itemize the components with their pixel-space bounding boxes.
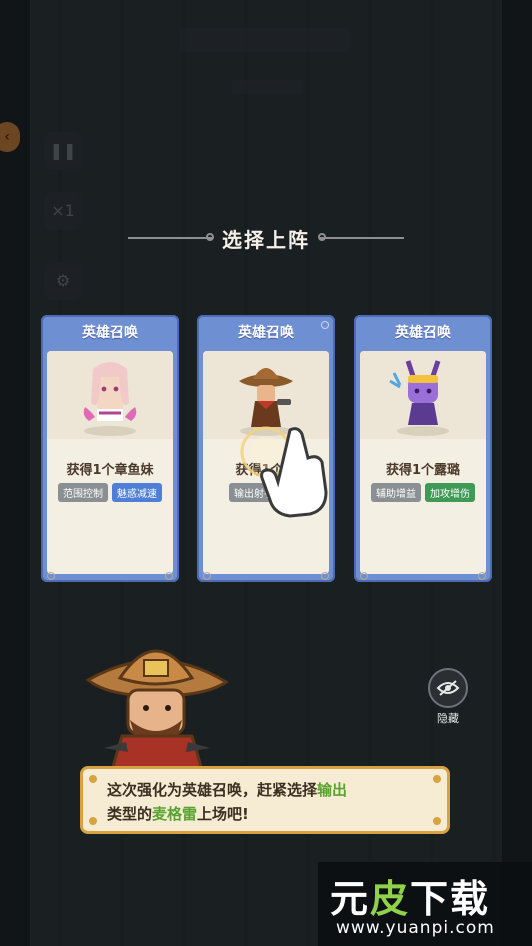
guide-character	[82, 632, 232, 772]
hero-card-3[interactable]: 英雄召唤 获得1个露璐 辅助增益 加攻增伤	[354, 315, 492, 582]
page-title: 选择上阵	[222, 227, 310, 252]
dialog-line2-end: 上场吧!	[197, 805, 249, 823]
hero-portrait	[360, 351, 486, 439]
dialog-highlight-output: 输出	[317, 781, 348, 799]
octopus-girl-icon	[83, 362, 137, 436]
tag-charm-slow: 魅惑减速	[112, 483, 162, 502]
tutorial-dialog: 这次强化为英雄召唤，赶紧选择输出 类型的麦格雷上场吧!	[80, 766, 450, 834]
card-tags: 范围控制 魅惑减速	[47, 483, 173, 502]
title-ornament-right	[318, 233, 404, 241]
dialog-rivet	[433, 817, 441, 825]
watermark-char: 皮	[370, 877, 411, 921]
dialog-rivet	[89, 775, 97, 783]
watermark-char: 元	[330, 877, 371, 921]
tutorial-hand-icon	[232, 412, 342, 522]
title-ornament-left	[128, 233, 214, 241]
card-rivet	[203, 572, 211, 580]
card-rivet	[321, 572, 329, 580]
eye-slash-icon	[428, 668, 468, 708]
tag-attack-buff: 加攻增伤	[425, 483, 475, 502]
card-header: 英雄召唤	[395, 325, 451, 341]
dialog-line1-text: 这次强化为英雄召唤，赶紧选择	[107, 781, 318, 799]
dialog-text: 这次强化为英雄召唤，赶紧选择输出 类型的麦格雷上场吧!	[107, 778, 433, 826]
dialog-rivet	[433, 775, 441, 783]
card-reward: 获得1个章鱼妹	[66, 463, 154, 478]
watermark-logo: 元皮下载	[330, 868, 490, 923]
tag-range-control: 范围控制	[58, 483, 108, 502]
card-body: 获得1个露璐 辅助增益 加攻增伤	[360, 351, 486, 574]
dialog-highlight-hero: 麦格雷	[152, 805, 198, 823]
card-rivet	[360, 572, 368, 580]
card-header: 英雄召唤	[238, 325, 294, 341]
hide-button[interactable]: 隐藏	[426, 668, 470, 725]
site-watermark: 元皮下载 www.yuanpi.com	[318, 862, 532, 946]
watermark-url: www.yuanpi.com	[336, 918, 495, 938]
hero-portrait	[47, 351, 173, 439]
card-tags: 辅助增益 加攻增伤	[360, 483, 486, 502]
hide-label: 隐藏	[437, 712, 459, 725]
card-rivet	[321, 321, 329, 329]
title-row: 选择上阵	[128, 224, 404, 252]
lulu-hero-icon	[389, 360, 449, 436]
dialog-line2-text: 类型的	[107, 805, 153, 823]
card-rivet	[165, 572, 173, 580]
watermark-char: 下载	[410, 877, 491, 921]
hero-card-1[interactable]: 英雄召唤 获得1个章鱼妹 范围控制 魅惑减速	[41, 315, 179, 582]
card-header: 英雄召唤	[82, 325, 138, 341]
dialog-rivet	[89, 817, 97, 825]
card-rivet	[47, 572, 55, 580]
tag-support-buff: 辅助增益	[371, 483, 421, 502]
card-rivet	[478, 572, 486, 580]
card-body: 获得1个章鱼妹 范围控制 魅惑减速	[47, 351, 173, 574]
card-reward: 获得1个露璐	[385, 463, 461, 478]
